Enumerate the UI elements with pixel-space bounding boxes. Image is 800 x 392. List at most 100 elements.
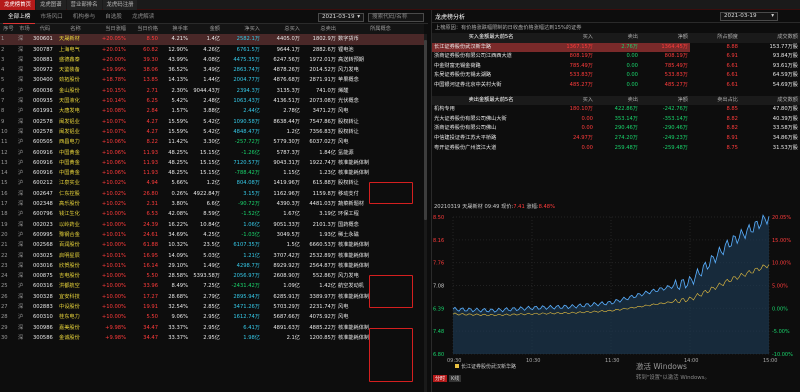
column-header[interactable]: 当日价格 [127, 24, 159, 35]
scrollbar-thumb[interactable] [424, 40, 427, 220]
table-cell: 33.37% [168, 334, 188, 341]
table-row[interactable]: 25 沪 600316 洪都航空 +10.00% 33.96 8.49% 7.25亿 -2431… [0, 281, 424, 291]
table-cell: -257.72万 [234, 139, 260, 146]
table-row[interactable]: 21 深 002568 百润股份 +10.00% 61.88 10.32% 23.5亿 6107… [0, 240, 424, 250]
table-cell: 国药概念 [338, 221, 359, 228]
table-cell: 27 [1, 304, 8, 311]
tab-all[interactable]: 全部上榜 [3, 10, 36, 24]
broker-row[interactable]: 中金财富无锡金荷路 785.49万 0.00 785.49万 6.61 93.61万股 [432, 62, 800, 72]
table-row[interactable]: 4 深 300972 天鉴装备 +19.99% 38.06 36.52% 3.49亿 2863.… [0, 65, 424, 75]
column-header[interactable]: 市场 [17, 24, 32, 35]
table-cell: 4876.68万 [273, 77, 300, 84]
tab-institution[interactable]: 机构参与 [68, 10, 100, 24]
table-scrollbar[interactable] [424, 34, 427, 392]
search-input[interactable]: 搜索代码/名称 [368, 13, 424, 22]
table-row[interactable]: 24 深 000875 吉电股份 +10.00% 5.50 28.58% 5393.58万 20… [0, 271, 424, 281]
broker-row[interactable]: 粤开证券股份广州滨江大道 0.00 259.48万 -259.48万 8.75 31.53… [432, 144, 800, 154]
table-cell: 2.1亿 [286, 334, 300, 341]
table-cell: 000935 [33, 98, 53, 105]
table-cell: 10 [1, 128, 8, 135]
column-header[interactable]: 总买入 [261, 24, 301, 35]
table-row[interactable]: 10 深 002578 闽发铝业 +10.07% 4.27 15.59% 5.42亿 4848.… [0, 127, 424, 137]
table-cell: 浙商证券股份有限公司佛山 [434, 125, 497, 132]
column-header[interactable]: 名称 [58, 24, 93, 35]
analysis-date-picker[interactable]: 2021-03-19 ▾ [720, 12, 778, 21]
tab-lhb-graph[interactable]: 龙虎图谱 [35, 0, 66, 10]
table-cell: 沪 [18, 87, 24, 94]
table-row[interactable]: 26 深 300328 宜安科技 +10.00% 17.27 28.68% 2.79亿 2895… [0, 292, 424, 302]
broker-row[interactable]: 东吴证券股份无锡太湖路 533.83万 0.00 533.83万 6.61 64.59万股 [432, 71, 800, 81]
table-cell: 9.06% [171, 314, 188, 321]
table-cell: 3471.26万 [233, 304, 260, 311]
tab-broker-rank[interactable]: 营业部排名 [66, 0, 102, 10]
table-row[interactable]: 14 沪 600916 中国黄金 +10.06% 11.93 48.25% 15.15亿 -78… [0, 168, 424, 178]
table-cell: 4.27 [146, 118, 158, 125]
broker-row[interactable]: 机构专用 180.10万 422.86万 -242.76万 8.85 47.80万股 [432, 105, 800, 115]
tab-watchlist[interactable]: 自选股 [100, 10, 127, 24]
table-row[interactable]: 13 沪 600916 中国黄金 +10.06% 11.93 48.25% 15.15亿 712… [0, 158, 424, 168]
table-cell: 274.20万 [614, 134, 638, 141]
table-row[interactable]: 18 沪 600796 钱江生化 +10.00% 6.53 42.08% 8.59亿 -1.52… [0, 209, 424, 219]
table-cell: +10.06% [101, 149, 126, 156]
table-cell: 16.22% [168, 221, 188, 228]
table-cell: 盛德鑫泰 [59, 56, 80, 63]
table-row[interactable]: 23 深 003016 欣贺股份 +10.01% 16.14 29.10% 1.49亿 4298… [0, 261, 424, 271]
table-row[interactable]: 6 沪 600036 金山股份 +10.15% 2.71 2.30% 9044.43万 2394… [0, 86, 424, 96]
table-row[interactable]: 11 沪 600505 西昌电力 +10.06% 8.22 11.42% 3.30亿 -257.… [0, 137, 424, 147]
broker-row[interactable]: 中信建投证券江苏大平桥路 24.97万 274.20万 -249.23万 8.91 34.… [432, 134, 800, 144]
column-header[interactable]: 所属概念 [337, 24, 424, 35]
broker-row[interactable]: 浙商证券股份有限公司佛山 0.00 290.46万 -290.46万 8.82 33.58… [432, 124, 800, 134]
tab-kline[interactable]: K线 [449, 375, 462, 382]
table-row[interactable]: 27 深 002883 中设股份 +10.00% 19.91 32.54% 2.85亿 3471… [0, 302, 424, 312]
table-row[interactable]: 30 深 300586 金诚股份 +9.98% 34.47 33.37% 2.95亿 1.98亿… [0, 333, 424, 343]
tab-lhb-home[interactable]: 龙虎榜首页 [0, 0, 35, 10]
table-row[interactable]: 7 深 000935 天国液化 +10.14% 6.25 5.42% 2.48亿 1063.43… [0, 96, 424, 106]
table-cell: 深 [18, 56, 24, 63]
table-cell: -1.03亿 [241, 231, 260, 238]
legend-label: 长江证券股份武汉新华路 [461, 363, 516, 370]
table-row[interactable]: 16 深 002647 仁东控股 +10.02% 26.80 0.26% 4922.84万 3.… [0, 189, 424, 199]
column-header[interactable]: 换手率 [159, 24, 189, 35]
tab-analysis[interactable]: 龙虎解读 [127, 10, 159, 24]
broker-row[interactable]: 浙商证券股份有限公司江西西大道 808.19万 0.00 808.19万 6.91 93.… [432, 52, 800, 62]
table-cell: 风力发电 [338, 67, 359, 74]
broker-row[interactable]: 长江证券股份武汉新华路 1367.15万 2.76万 1364.45万 8.88 153.… [432, 42, 800, 53]
table-row[interactable]: 15 沪 600212 江泉实业 +10.02% 4.94 5.66% 1.2亿 804.08万… [0, 178, 424, 188]
table-row[interactable]: 29 深 300986 嘉美股份 +9.98% 34.47 33.37% 2.95亿 6.41万… [0, 323, 424, 333]
table-row[interactable]: 1 深 300601 天晟新材 +20.05% 8.50 4.21% 1.4亿 2582.1万 4… [0, 34, 424, 45]
table-row[interactable]: 19 深 002023 以岭药业 +10.00% 24.39 16.22% 10.84亿 1.0… [0, 220, 424, 230]
y-tick-label-pct: 5.00% [772, 284, 788, 290]
table-row[interactable]: 12 沪 600916 中国黄金 +10.06% 11.93 48.25% 15.15亿 -1.… [0, 148, 424, 158]
table-cell: 34.47 [143, 324, 158, 331]
tab-market-trend[interactable]: 市场风口 [35, 10, 67, 24]
column-header[interactable]: 当日涨幅 [93, 24, 127, 35]
column-header[interactable]: 总卖出 [301, 24, 337, 35]
table-cell: 启明星辰 [59, 252, 80, 259]
table-row[interactable]: 3 深 300881 盛德鑫泰 +20.00% 39.30 43.99% 4.08亿 4475.… [0, 55, 424, 65]
column-header[interactable]: 序号 [0, 24, 17, 35]
column-header[interactable]: 金额 [189, 24, 221, 35]
table-row[interactable]: 5 深 300400 劲拓股份 +18.78% 13.85 14.13% 1.44亿 2004.… [0, 75, 424, 85]
table-cell: 14 [1, 170, 8, 177]
tab-timeshare[interactable]: 分时 [433, 375, 448, 382]
table-cell: 深 [18, 190, 24, 197]
table-cell: 0.00 [626, 62, 638, 69]
broker-row[interactable]: 光大证券股份有限公司佛山大街 0.00 353.14万 -353.14万 8.82 40.… [432, 115, 800, 125]
table-row[interactable]: 22 深 003025 启明星辰 +10.01% 16.95 14.09% 5.03亿 1.21… [0, 251, 424, 261]
price-chart-svg[interactable]: 8.50 20.05% 8.16 15.00% 7.76 10.00% 7.08 5.00% 6… [431, 197, 800, 392]
broker-row[interactable]: 中国银河证券北京中关村大街 485.27万 0.00 485.27万 6.61 54.69… [432, 81, 800, 91]
table-cell: 180.10万 [569, 106, 593, 113]
tab-lhb-code[interactable]: 龙虎码注册 [102, 0, 138, 10]
table-cell: 15.59% [168, 118, 188, 125]
table-cell: 沪 [18, 159, 24, 166]
table-row[interactable]: 9 深 002578 闽发铝业 +10.07% 4.27 15.59% 5.42亿 1090.5… [0, 117, 424, 127]
table-row[interactable]: 8 沪 601991 大唐发电 +10.08% 2.84 1.57% 3.88亿 2.44亿 2.… [0, 106, 424, 116]
table-row[interactable]: 20 沪 600995 豫钢合金 +10.01% 24.61 34.69% 4.25亿 -1.0… [0, 230, 424, 240]
column-header[interactable]: 净买入 [221, 24, 261, 35]
table-row[interactable]: 28 沪 600310 桂东电力 +10.00% 5.50 9.06% 2.95亿 1612.7… [0, 312, 424, 322]
table-cell: 1.67亿 [283, 211, 300, 218]
table-row[interactable]: 17 深 002348 高乐股份 +10.02% 2.31 3.80% 6.6亿 -90.72万… [0, 199, 424, 209]
column-header[interactable]: 代码 [32, 24, 58, 35]
table-row[interactable]: 2 深 300787 上海电气 +20.01% 60.82 12.90% 4.26亿 6761.… [0, 45, 424, 55]
date-picker[interactable]: 2021-03-19 ▾ [318, 13, 364, 22]
